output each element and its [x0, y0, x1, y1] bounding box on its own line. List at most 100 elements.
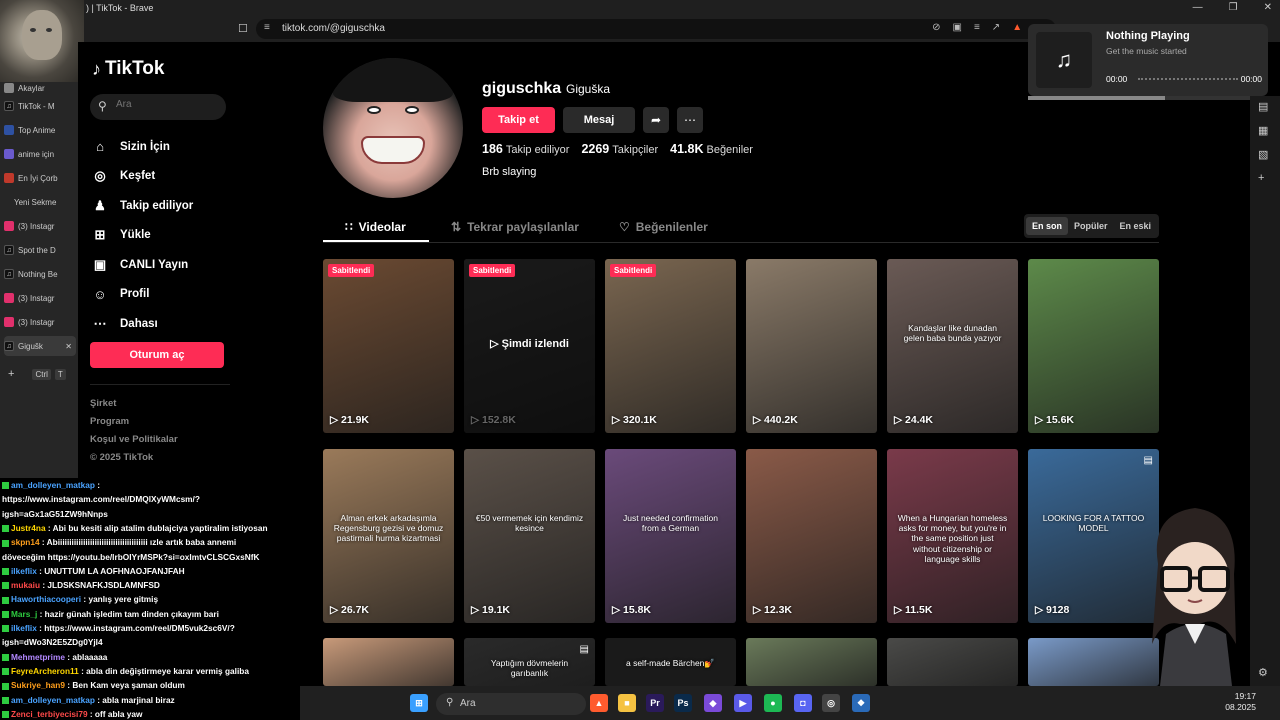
- new-tab-button[interactable]: + Ctrl T: [4, 364, 76, 384]
- video-thumbnail[interactable]: €50 vermemek için kendimiz kesince ▷ 19.1…: [464, 449, 595, 623]
- video-thumbnail[interactable]: Kandaşlar like dunadan gelen baba bunda …: [887, 259, 1018, 433]
- video-thumbnail[interactable]: Yaptığım dövmelerin garıbanlık ▤: [464, 638, 595, 686]
- footer-link-terms[interactable]: Koşul ve Politikalar: [90, 434, 178, 452]
- brave-shields-icon[interactable]: ▲: [1012, 22, 1022, 33]
- address-bar[interactable]: ≡ tiktok.com/@giguschka ⊘ ▣ ≡ ↗ ▲ ▲: [256, 19, 1056, 39]
- photoshop-icon[interactable]: Ps: [674, 694, 692, 712]
- browser-tab[interactable]: (3) Instagr: [4, 288, 76, 308]
- browser-tab[interactable]: ♫ Spot the D: [4, 240, 76, 260]
- wallet-icon[interactable]: ▤: [1258, 100, 1268, 113]
- settings-gear-icon[interactable]: ⚙: [1258, 666, 1268, 679]
- tab-reposts[interactable]: ⇅ Tekrar paylaşılanlar: [451, 220, 579, 234]
- block-icon[interactable]: ⊘: [932, 22, 940, 33]
- video-thumbnail[interactable]: a self-made Bärchen💅: [605, 638, 736, 686]
- video-thumbnail[interactable]: Sabitlendi ▷ 21.9K: [323, 259, 454, 433]
- search-box[interactable]: ⚲: [90, 94, 226, 120]
- arrow-app-icon[interactable]: ▶: [734, 694, 752, 712]
- browser-tab[interactable]: (3) Instagr: [4, 216, 76, 236]
- close-tab-icon[interactable]: ✕: [65, 342, 76, 351]
- bookmarks-panel-icon[interactable]: ▧: [1258, 148, 1268, 161]
- nav-item-upload[interactable]: ⊞ Yükle: [92, 221, 232, 251]
- site-settings-icon[interactable]: ≡: [264, 22, 270, 33]
- video-thumbnail[interactable]: ▷ 15.6K: [1028, 259, 1159, 433]
- video-thumbnail[interactable]: Sabitlendi ▷ Şimdi izlendi ▷ 152.8K: [464, 259, 595, 433]
- more-options-button[interactable]: ⋯: [677, 107, 703, 133]
- browser-tab[interactable]: Yeni Sekme: [4, 192, 76, 212]
- premiere-icon[interactable]: Pr: [646, 694, 664, 712]
- nav-item-profile[interactable]: ☺ Profil: [92, 280, 232, 310]
- taskbar-clock[interactable]: 19:17 08.2025: [1225, 691, 1256, 713]
- browser-tab[interactable]: ♫ TikTok - M: [4, 96, 76, 116]
- vscode-icon[interactable]: ❖: [852, 694, 870, 712]
- music-note-icon: ♫: [1036, 32, 1092, 88]
- follow-button[interactable]: Takip et: [482, 107, 555, 133]
- nav-item-following[interactable]: ♟ Takip ediliyor: [92, 191, 232, 221]
- tiktok-sidebar: ♪TikTok ⚲ ⌂Sizin İçin ◎Keşfet ♟Takip edi…: [78, 42, 238, 478]
- tab-liked[interactable]: ♡ Beğenilenler: [619, 220, 708, 234]
- sort-popular[interactable]: Popüler: [1068, 217, 1114, 235]
- spotify-icon[interactable]: ●: [764, 694, 782, 712]
- media-seek-bar[interactable]: [1138, 78, 1238, 80]
- reading-list-icon[interactable]: ▦: [1258, 124, 1268, 137]
- video-thumbnail[interactable]: ▷ 12.3K: [746, 449, 877, 623]
- sort-oldest[interactable]: En eski: [1113, 217, 1157, 235]
- nav-item-for-you[interactable]: ⌂ Sizin İçin: [92, 132, 232, 162]
- stat-followers[interactable]: 2269 Takipçiler: [581, 142, 658, 156]
- nav-item-live[interactable]: ▣ CANLI Yayın: [92, 250, 232, 280]
- chat-username: FeyreArcheron11: [11, 665, 79, 676]
- browser-tab[interactable]: anime için: [4, 144, 76, 164]
- obs-icon[interactable]: ◎: [822, 694, 840, 712]
- video-thumbnail[interactable]: Just needed confirmation from a German ▷ …: [605, 449, 736, 623]
- profile-avatar: [323, 58, 463, 198]
- add-panel-icon[interactable]: +: [1258, 172, 1264, 184]
- video-thumbnail[interactable]: [746, 638, 877, 686]
- translate-icon[interactable]: ≡: [974, 22, 980, 33]
- chat-text: : Abi bu kesiti alip atalim dublajciya y…: [45, 522, 268, 533]
- discord-icon[interactable]: ◘: [794, 694, 812, 712]
- video-thumbnail[interactable]: Alman erkek arkadaşımla Regensburg gezis…: [323, 449, 454, 623]
- video-thumbnail[interactable]: [323, 638, 454, 686]
- chat-message: FeyreArcheron11 : abla din değiştirmeye …: [2, 666, 298, 676]
- tab-videos[interactable]: ∷ Videolar: [345, 220, 406, 234]
- more-dots-icon: ⋯: [684, 113, 696, 127]
- video-thumbnail[interactable]: When a Hungarian homeless asks for money…: [887, 449, 1018, 623]
- maximize-button[interactable]: ❐: [1229, 2, 1238, 13]
- stat-following[interactable]: 186 Takip ediliyor: [482, 142, 569, 156]
- window-title: ) | TikTok - Brave: [86, 3, 154, 13]
- share-icon[interactable]: ↗: [992, 22, 1000, 33]
- message-button[interactable]: Mesaj: [563, 107, 635, 133]
- bookmark-icon[interactable]: ☐: [238, 22, 248, 35]
- footer-link-program[interactable]: Program: [90, 416, 178, 434]
- sort-latest[interactable]: En son: [1025, 217, 1068, 235]
- windows-start-icon[interactable]: ⊞: [410, 694, 428, 712]
- browser-tab[interactable]: ♫ Nothing Be: [4, 264, 76, 284]
- browser-tab[interactable]: En İyi Çorb: [4, 168, 76, 188]
- minimize-button[interactable]: —: [1193, 2, 1203, 13]
- browser-tab-active[interactable]: ♫ Gigušk ✕: [4, 336, 76, 356]
- video-thumbnail[interactable]: Sabitlendi ▷ 320.1K: [605, 259, 736, 433]
- stream-chat-overlay: am_dolleyen_matkap : https://www.instagra…: [0, 478, 300, 720]
- video-thumbnail[interactable]: [887, 638, 1018, 686]
- footer-link-company[interactable]: Şirket: [90, 398, 178, 416]
- search-input[interactable]: [116, 99, 216, 110]
- file-explorer-icon[interactable]: ■: [618, 694, 636, 712]
- video-thumbnail[interactable]: ▷ 440.2K: [746, 259, 877, 433]
- cast-icon[interactable]: ▣: [953, 22, 962, 33]
- chat-message: am_dolleyen_matkap : abla marjinal biraz: [2, 695, 298, 705]
- chat-message: döveceğim https://youtu.be/lrbOIYrMSPk?s…: [2, 552, 298, 562]
- url-text[interactable]: tiktok.com/@giguschka: [282, 23, 385, 34]
- brave-icon[interactable]: ▲: [590, 694, 608, 712]
- tiktok-logo[interactable]: ♪ TikTok: [92, 58, 164, 80]
- browser-tab[interactable]: Top Anime: [4, 120, 76, 140]
- close-button[interactable]: ✕: [1264, 2, 1272, 13]
- share-profile-button[interactable]: ➦: [643, 107, 669, 133]
- browser-tab[interactable]: (3) Instagr: [4, 312, 76, 332]
- sidebar-footer: Şirket Program Koşul ve Politikalar © 20…: [90, 398, 178, 470]
- taskbar-search[interactable]: ⚲ Ara: [436, 693, 586, 715]
- view-count: ▷ 11.5K: [894, 604, 933, 616]
- login-button[interactable]: Oturum aç: [90, 342, 224, 368]
- nav-item-more[interactable]: ⋯ Dahası: [92, 309, 232, 339]
- obsidian-icon[interactable]: ◆: [704, 694, 722, 712]
- nav-item-explore[interactable]: ◎ Keşfet: [92, 162, 232, 192]
- chat-badge-icon: [2, 611, 9, 618]
